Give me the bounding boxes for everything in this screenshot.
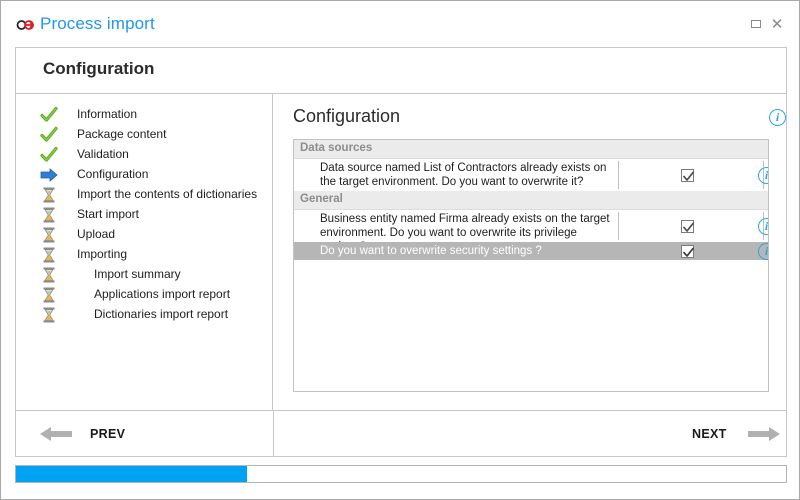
sidebar-step-import-the-contents-of-dictionaries[interactable]: Import the contents of dictionaries <box>16 185 272 205</box>
step-list: Information Package content Validation Conf… <box>16 105 272 325</box>
hourglass-icon <box>40 206 58 224</box>
title-bar: Process import ✕ <box>1 1 799 40</box>
sidebar-step-applications-import-report[interactable]: Applications import report <box>16 285 272 305</box>
close-button[interactable]: ✕ <box>769 17 785 33</box>
sidebar-step-import-summary[interactable]: Import summary <box>16 265 272 285</box>
next-button-label: NEXT <box>692 427 727 441</box>
close-icon: ✕ <box>770 15 784 33</box>
progress-bar <box>15 465 787 483</box>
sidebar-step-information[interactable]: Information <box>16 105 272 125</box>
sidebar-step-label: Information <box>77 107 138 121</box>
configuration-content: Configuration i Data sources Data source … <box>274 94 786 410</box>
hourglass-icon <box>40 246 58 264</box>
sidebar-step-configuration[interactable]: Configuration <box>16 165 272 185</box>
sidebar-step-importing[interactable]: Importing <box>16 245 272 265</box>
arrow-right-icon <box>40 166 58 184</box>
settings-row[interactable]: Business entity named Firma already exis… <box>294 210 768 253</box>
hourglass-icon <box>40 286 58 304</box>
prev-button-label: PREV <box>90 427 126 441</box>
column-separator <box>618 212 619 240</box>
window-title: Process import <box>40 14 155 33</box>
panel-header: Configuration <box>16 48 786 94</box>
restore-button[interactable] <box>749 17 765 33</box>
check-icon <box>40 106 58 124</box>
arrow-right-icon <box>742 424 782 449</box>
application-window: Process import ✕ Configuration Informati… <box>0 0 800 500</box>
arrow-left-icon <box>38 424 78 449</box>
prev-button[interactable]: PREV <box>38 419 238 449</box>
hourglass-icon <box>40 186 58 204</box>
check-icon <box>40 126 58 144</box>
sidebar-step-validation[interactable]: Validation <box>16 145 272 165</box>
overwrite-checkbox[interactable] <box>681 169 694 182</box>
overwrite-checkbox[interactable] <box>681 220 694 233</box>
sidebar-step-label: Importing <box>77 247 128 261</box>
sidebar-step-package-content[interactable]: Package content <box>16 125 272 145</box>
settings-row[interactable]: Do you want to overwrite security settin… <box>294 242 768 260</box>
settings-row[interactable]: Data source named List of Contractors al… <box>294 159 768 191</box>
wizard-panel: Configuration Information Package content… <box>15 47 787 457</box>
progress-bar-fill <box>16 466 247 482</box>
sidebar-step-label: Upload <box>77 227 116 241</box>
overwrite-checkbox[interactable] <box>681 245 694 258</box>
check-icon <box>40 146 58 164</box>
hourglass-icon <box>40 226 58 244</box>
settings-row-text: Data source named List of Contractors al… <box>320 162 607 188</box>
content-header: Configuration i <box>293 106 786 134</box>
settings-row-text: Do you want to overwrite security settin… <box>320 245 542 257</box>
group-header: General <box>294 191 768 210</box>
sidebar-step-label: Import summary <box>94 267 181 281</box>
info-icon[interactable]: i <box>769 109 786 126</box>
info-icon[interactable]: i <box>758 218 768 235</box>
info-icon[interactable]: i <box>758 243 768 260</box>
wizard-step-sidebar: Information Package content Validation Conf… <box>16 94 273 410</box>
hourglass-icon <box>40 306 58 324</box>
sidebar-step-label: Start import <box>77 207 140 221</box>
settings-grid: Data sources Data source named List of Co… <box>293 139 769 392</box>
sidebar-step-upload[interactable]: Upload <box>16 225 272 245</box>
group-header-label: Data sources <box>300 142 373 154</box>
sidebar-step-start-import[interactable]: Start import <box>16 205 272 225</box>
page-title: Configuration <box>43 59 155 78</box>
hourglass-icon <box>40 266 58 284</box>
sidebar-step-label: Applications import report <box>94 287 231 301</box>
wizard-navigation: PREV NEXT <box>16 410 786 457</box>
group-header: Data sources <box>294 140 768 159</box>
sidebar-step-label: Validation <box>77 147 129 161</box>
chain-link-icon <box>16 18 36 30</box>
sidebar-step-label: Import the contents of dictionaries <box>77 187 258 201</box>
next-button[interactable]: NEXT <box>556 419 780 449</box>
column-separator <box>618 161 619 189</box>
sidebar-step-label: Package content <box>77 127 167 141</box>
info-icon[interactable]: i <box>758 167 768 184</box>
group-header-label: General <box>300 193 343 205</box>
sidebar-step-dictionaries-import-report[interactable]: Dictionaries import report <box>16 305 272 325</box>
content-title: Configuration <box>293 106 401 126</box>
sidebar-step-label: Configuration <box>77 167 149 181</box>
nav-divider <box>273 411 274 457</box>
sidebar-step-label: Dictionaries import report <box>94 307 229 321</box>
restore-icon <box>751 20 761 28</box>
